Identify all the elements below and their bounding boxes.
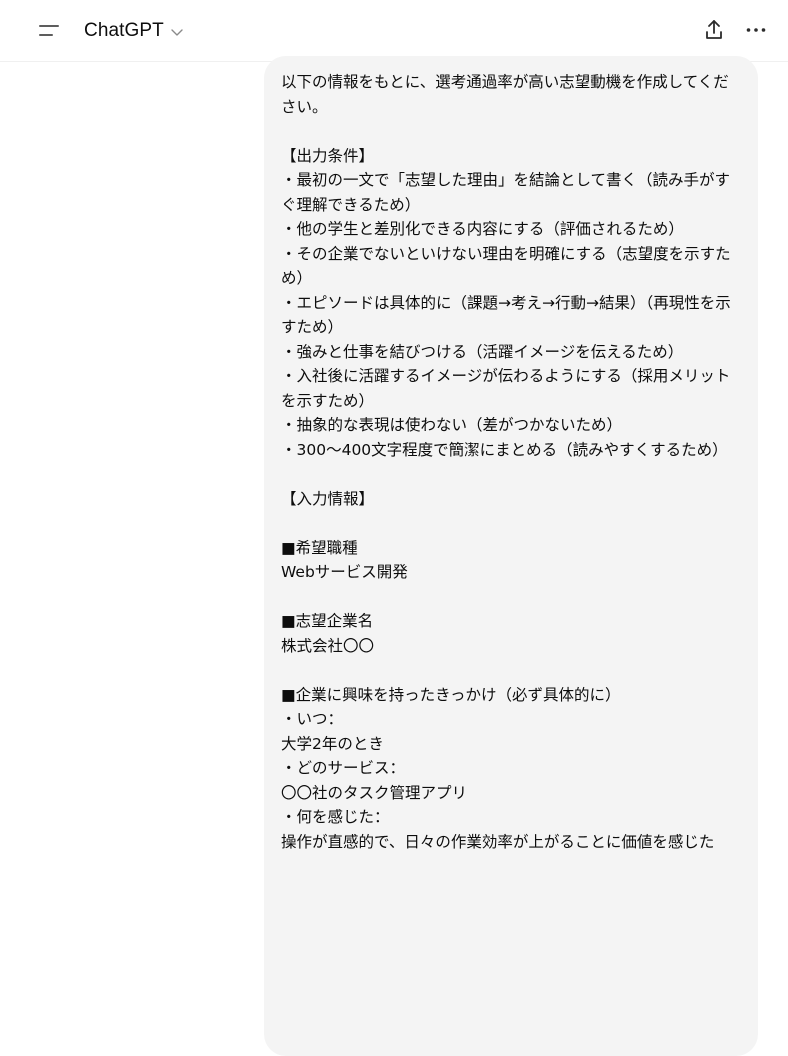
model-name: ChatGPT	[84, 20, 164, 41]
user-message-text: 以下の情報をもとに、選考通過率が高い志望動機を作成してください。 【出力条件】 …	[281, 73, 731, 851]
more-dots-icon	[746, 28, 766, 32]
user-message-bubble: 以下の情報をもとに、選考通過率が高い志望動機を作成してください。 【出力条件】 …	[264, 56, 758, 1056]
sidebar-toggle-button[interactable]	[36, 20, 62, 42]
chevron-down-icon	[171, 29, 183, 36]
top-bar: ChatGPT	[0, 0, 788, 62]
sidebar-menu-icon	[39, 25, 59, 36]
share-icon	[706, 20, 722, 39]
share-button[interactable]	[703, 18, 725, 42]
model-selector-button[interactable]: ChatGPT	[84, 17, 184, 45]
more-options-button[interactable]	[745, 22, 767, 38]
